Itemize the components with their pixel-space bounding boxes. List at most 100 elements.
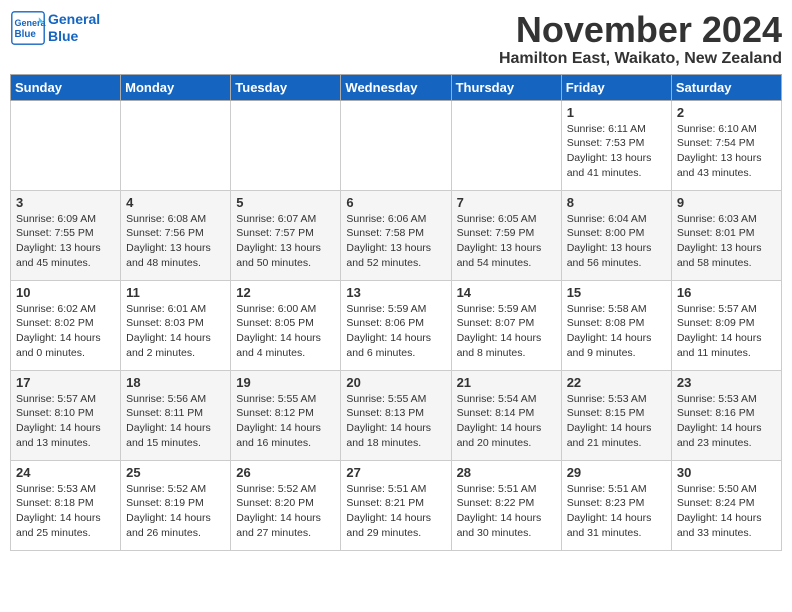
calendar-cell: 21 Sunrise: 5:54 AM Sunset: 8:14 PM Dayli… bbox=[451, 370, 561, 460]
calendar-cell: 13Sunrise: 5:59 AM Sunset: 8:06 PM Dayli… bbox=[341, 280, 451, 370]
calendar-cell: 22 Sunrise: 5:53 AM Sunset: 8:15 PM Dayli… bbox=[561, 370, 671, 460]
calendar-cell: 23Sunrise: 5:53 AM Sunset: 8:16 PM Dayli… bbox=[671, 370, 781, 460]
day-detail: Sunrise: 6:10 AM Sunset: 7:54 PM Dayligh… bbox=[677, 122, 776, 181]
day-number: 22 bbox=[567, 375, 666, 390]
calendar-cell: 18Sunrise: 5:56 AM Sunset: 8:11 PM Dayli… bbox=[121, 370, 231, 460]
logo-icon: General Blue bbox=[10, 10, 46, 46]
day-detail: Sunrise: 6:04 AM Sunset: 8:00 PM Dayligh… bbox=[567, 212, 666, 271]
calendar-cell: 1 Sunrise: 6:11 AM Sunset: 7:53 PM Daylig… bbox=[561, 100, 671, 190]
calendar-cell: 28Sunrise: 5:51 AM Sunset: 8:22 PM Dayli… bbox=[451, 460, 561, 550]
day-number: 24 bbox=[16, 465, 115, 480]
week-row-4: 17 Sunrise: 5:57 AM Sunset: 8:10 PM Dayli… bbox=[11, 370, 782, 460]
calendar-cell bbox=[11, 100, 121, 190]
calendar-cell: 24 Sunrise: 5:53 AM Sunset: 8:18 PM Dayli… bbox=[11, 460, 121, 550]
day-number: 15 bbox=[567, 285, 666, 300]
day-detail: Sunrise: 5:59 AM Sunset: 8:06 PM Dayligh… bbox=[346, 302, 445, 361]
day-detail: Sunrise: 5:51 AM Sunset: 8:23 PM Dayligh… bbox=[567, 482, 666, 541]
day-detail: Sunrise: 6:08 AM Sunset: 7:56 PM Dayligh… bbox=[126, 212, 225, 271]
day-number: 12 bbox=[236, 285, 335, 300]
week-row-3: 10Sunrise: 6:02 AM Sunset: 8:02 PM Dayli… bbox=[11, 280, 782, 370]
day-number: 2 bbox=[677, 105, 776, 120]
week-row-1: 1 Sunrise: 6:11 AM Sunset: 7:53 PM Daylig… bbox=[11, 100, 782, 190]
day-number: 17 bbox=[16, 375, 115, 390]
calendar-cell: 19Sunrise: 5:55 AM Sunset: 8:12 PM Dayli… bbox=[231, 370, 341, 460]
day-detail: Sunrise: 5:53 AM Sunset: 8:18 PM Dayligh… bbox=[16, 482, 115, 541]
logo-text: General Blue bbox=[48, 11, 100, 45]
day-number: 28 bbox=[457, 465, 556, 480]
day-number: 6 bbox=[346, 195, 445, 210]
day-number: 29 bbox=[567, 465, 666, 480]
day-number: 8 bbox=[567, 195, 666, 210]
week-row-5: 24 Sunrise: 5:53 AM Sunset: 8:18 PM Dayli… bbox=[11, 460, 782, 550]
calendar-cell: 6 Sunrise: 6:06 AM Sunset: 7:58 PM Daylig… bbox=[341, 190, 451, 280]
day-number: 9 bbox=[677, 195, 776, 210]
weekday-header-monday: Monday bbox=[121, 74, 231, 100]
day-detail: Sunrise: 5:52 AM Sunset: 8:20 PM Dayligh… bbox=[236, 482, 335, 541]
location-subtitle: Hamilton East, Waikato, New Zealand bbox=[499, 50, 782, 68]
calendar-cell bbox=[451, 100, 561, 190]
day-number: 4 bbox=[126, 195, 225, 210]
day-detail: Sunrise: 5:57 AM Sunset: 8:09 PM Dayligh… bbox=[677, 302, 776, 361]
day-number: 7 bbox=[457, 195, 556, 210]
day-detail: Sunrise: 5:51 AM Sunset: 8:21 PM Dayligh… bbox=[346, 482, 445, 541]
calendar-table: SundayMondayTuesdayWednesdayThursdayFrid… bbox=[10, 74, 782, 551]
calendar-cell: 8 Sunrise: 6:04 AM Sunset: 8:00 PM Daylig… bbox=[561, 190, 671, 280]
calendar-cell: 29 Sunrise: 5:51 AM Sunset: 8:23 PM Dayli… bbox=[561, 460, 671, 550]
calendar-cell: 10Sunrise: 6:02 AM Sunset: 8:02 PM Dayli… bbox=[11, 280, 121, 370]
calendar-cell: 2 Sunrise: 6:10 AM Sunset: 7:54 PM Daylig… bbox=[671, 100, 781, 190]
calendar-cell: 5Sunrise: 6:07 AM Sunset: 7:57 PM Daylig… bbox=[231, 190, 341, 280]
day-number: 11 bbox=[126, 285, 225, 300]
day-number: 18 bbox=[126, 375, 225, 390]
calendar-cell: 26 Sunrise: 5:52 AM Sunset: 8:20 PM Dayli… bbox=[231, 460, 341, 550]
weekday-header-saturday: Saturday bbox=[671, 74, 781, 100]
calendar-cell: 4 Sunrise: 6:08 AM Sunset: 7:56 PM Daylig… bbox=[121, 190, 231, 280]
day-number: 14 bbox=[457, 285, 556, 300]
calendar-cell: 16 Sunrise: 5:57 AM Sunset: 8:09 PM Dayli… bbox=[671, 280, 781, 370]
logo: General Blue General Blue bbox=[10, 10, 100, 46]
calendar-cell: 30Sunrise: 5:50 AM Sunset: 8:24 PM Dayli… bbox=[671, 460, 781, 550]
calendar-cell: 14 Sunrise: 5:59 AM Sunset: 8:07 PM Dayli… bbox=[451, 280, 561, 370]
day-detail: Sunrise: 6:03 AM Sunset: 8:01 PM Dayligh… bbox=[677, 212, 776, 271]
day-detail: Sunrise: 5:54 AM Sunset: 8:14 PM Dayligh… bbox=[457, 392, 556, 451]
calendar-cell bbox=[231, 100, 341, 190]
day-detail: Sunrise: 5:50 AM Sunset: 8:24 PM Dayligh… bbox=[677, 482, 776, 541]
day-number: 1 bbox=[567, 105, 666, 120]
calendar-cell: 3 Sunrise: 6:09 AM Sunset: 7:55 PM Daylig… bbox=[11, 190, 121, 280]
day-number: 26 bbox=[236, 465, 335, 480]
day-number: 20 bbox=[346, 375, 445, 390]
calendar-header: SundayMondayTuesdayWednesdayThursdayFrid… bbox=[11, 74, 782, 100]
header-row: SundayMondayTuesdayWednesdayThursdayFrid… bbox=[11, 74, 782, 100]
calendar-cell: 20 Sunrise: 5:55 AM Sunset: 8:13 PM Dayli… bbox=[341, 370, 451, 460]
weekday-header-thursday: Thursday bbox=[451, 74, 561, 100]
calendar-cell: 17 Sunrise: 5:57 AM Sunset: 8:10 PM Dayli… bbox=[11, 370, 121, 460]
day-number: 27 bbox=[346, 465, 445, 480]
day-detail: Sunrise: 6:02 AM Sunset: 8:02 PM Dayligh… bbox=[16, 302, 115, 361]
day-detail: Sunrise: 5:59 AM Sunset: 8:07 PM Dayligh… bbox=[457, 302, 556, 361]
page-header: General Blue General Blue November 2024 … bbox=[10, 10, 782, 68]
day-detail: Sunrise: 5:53 AM Sunset: 8:15 PM Dayligh… bbox=[567, 392, 666, 451]
week-row-2: 3 Sunrise: 6:09 AM Sunset: 7:55 PM Daylig… bbox=[11, 190, 782, 280]
calendar-cell: 25 Sunrise: 5:52 AM Sunset: 8:19 PM Dayli… bbox=[121, 460, 231, 550]
day-number: 16 bbox=[677, 285, 776, 300]
day-detail: Sunrise: 6:01 AM Sunset: 8:03 PM Dayligh… bbox=[126, 302, 225, 361]
day-detail: Sunrise: 6:06 AM Sunset: 7:58 PM Dayligh… bbox=[346, 212, 445, 271]
calendar-body: 1 Sunrise: 6:11 AM Sunset: 7:53 PM Daylig… bbox=[11, 100, 782, 550]
weekday-header-friday: Friday bbox=[561, 74, 671, 100]
calendar-cell: 11 Sunrise: 6:01 AM Sunset: 8:03 PM Dayli… bbox=[121, 280, 231, 370]
day-detail: Sunrise: 5:52 AM Sunset: 8:19 PM Dayligh… bbox=[126, 482, 225, 541]
weekday-header-tuesday: Tuesday bbox=[231, 74, 341, 100]
title-block: November 2024 Hamilton East, Waikato, Ne… bbox=[499, 10, 782, 68]
day-detail: Sunrise: 5:57 AM Sunset: 8:10 PM Dayligh… bbox=[16, 392, 115, 451]
day-number: 21 bbox=[457, 375, 556, 390]
day-detail: Sunrise: 6:11 AM Sunset: 7:53 PM Dayligh… bbox=[567, 122, 666, 181]
day-number: 3 bbox=[16, 195, 115, 210]
calendar-cell: 15 Sunrise: 5:58 AM Sunset: 8:08 PM Dayli… bbox=[561, 280, 671, 370]
day-detail: Sunrise: 5:55 AM Sunset: 8:13 PM Dayligh… bbox=[346, 392, 445, 451]
day-detail: Sunrise: 5:58 AM Sunset: 8:08 PM Dayligh… bbox=[567, 302, 666, 361]
weekday-header-sunday: Sunday bbox=[11, 74, 121, 100]
calendar-cell bbox=[121, 100, 231, 190]
day-number: 25 bbox=[126, 465, 225, 480]
day-detail: Sunrise: 6:05 AM Sunset: 7:59 PM Dayligh… bbox=[457, 212, 556, 271]
day-detail: Sunrise: 6:07 AM Sunset: 7:57 PM Dayligh… bbox=[236, 212, 335, 271]
day-detail: Sunrise: 6:09 AM Sunset: 7:55 PM Dayligh… bbox=[16, 212, 115, 271]
